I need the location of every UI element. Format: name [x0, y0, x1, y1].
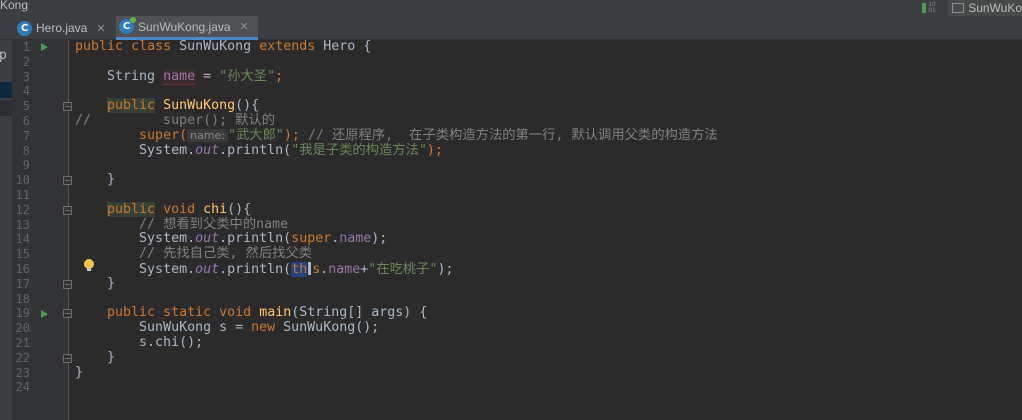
line-number: 3 — [22, 69, 30, 84]
project-tree-row[interactable] — [0, 100, 12, 116]
code-line-6: // super(); 默认的 — [75, 113, 275, 128]
editor-tab-bar: C Hero.java ✕ C SunWuKong.java ✕ — [0, 16, 1022, 40]
code-line-1: public class SunWuKong extends Hero { — [75, 39, 372, 54]
code-line-14: System.out.println(super.name); — [139, 231, 388, 247]
code-line-8: System.out.println("我是子类的构造方法"); — [139, 142, 443, 158]
line-number: 8 — [22, 143, 30, 158]
code-editor[interactable]: public class SunWuKong extends Hero { St… — [70, 39, 1022, 420]
title-bar-right: 10 01 SunWuKo — [922, 0, 1022, 16]
line-number: 2 — [22, 54, 30, 69]
line-number: 23 — [15, 365, 30, 380]
code-line-15: // 先找自己类, 然后找父类 — [139, 246, 313, 262]
code-line-22: } — [107, 349, 116, 365]
tab-hero-java[interactable]: C Hero.java ✕ — [17, 16, 114, 40]
code-line-19: public static void main(String[] args) { — [107, 305, 428, 321]
close-icon[interactable]: ✕ — [240, 20, 249, 33]
run-config-dot-icon — [130, 17, 136, 23]
text-cursor — [308, 262, 312, 275]
code-line-10: } — [107, 172, 116, 188]
code-line-21: s.chi(); — [139, 335, 204, 350]
line-number: 12 — [15, 202, 30, 217]
class-c-icon: C — [119, 17, 136, 34]
project-window-label: SunWuKo — [968, 1, 1022, 15]
line-number: 10 — [15, 173, 30, 188]
code-line-13: // 想看到父类中的name — [139, 216, 289, 232]
code-line-20: SunWuKong s = new SunWuKong(); — [139, 320, 380, 336]
code-line-3: String name = "孙大圣"; — [107, 68, 284, 85]
line-number: 24 — [15, 380, 30, 395]
line-number: 19 — [15, 306, 30, 321]
line-number: 22 — [15, 350, 30, 365]
line-number: 17 — [15, 276, 30, 291]
tab-label: SunWuKong.java — [138, 19, 231, 34]
line-number: 1 — [22, 40, 30, 54]
line-number: 20 — [15, 321, 30, 336]
line-number: 5 — [22, 99, 30, 114]
window-icon — [952, 3, 965, 13]
code-line-5: public SunWuKong(){ — [107, 98, 260, 114]
line-number: 15 — [15, 247, 30, 262]
project-window-tab[interactable]: SunWuKo — [948, 0, 1022, 16]
line-number: 6 — [22, 114, 30, 128]
project-tree-selection[interactable] — [0, 82, 12, 98]
project-tool-strip: p — [0, 40, 12, 420]
line-number: 18 — [15, 291, 30, 306]
tab-sunwukong-java[interactable]: C SunWuKong.java ✕ — [116, 16, 258, 40]
line-number: 11 — [15, 188, 30, 202]
run-icon[interactable] — [41, 43, 48, 52]
parameter-hint: name: — [187, 128, 228, 142]
code-line-16: System.out.println(th s.name+"在吃桃子"); — [139, 262, 454, 277]
tab-label: Hero.java — [36, 21, 88, 35]
code-line-23: } — [75, 364, 84, 380]
code-line-17: } — [107, 275, 116, 291]
line-number: 16 — [15, 262, 30, 276]
project-panel-letter[interactable]: p — [0, 48, 7, 63]
line-number: 21 — [15, 336, 30, 350]
vcs-branch-icon[interactable]: 10 01 — [922, 2, 936, 14]
lightbulb-icon[interactable] — [84, 259, 94, 273]
run-icon[interactable] — [41, 309, 48, 318]
line-number: 7 — [22, 128, 30, 143]
code-line-7: super(name: "武大郎"); // 还原程序, 在子类构造方法的第一行,… — [139, 127, 718, 143]
line-number: 13 — [15, 217, 30, 232]
title-bar: Kong 10 01 SunWuKo — [0, 0, 1022, 16]
window-title: Kong — [0, 0, 29, 12]
close-icon[interactable]: ✕ — [96, 22, 105, 35]
line-number: 4 — [22, 84, 30, 99]
line-number: 9 — [22, 158, 30, 173]
class-c-icon: C — [17, 20, 32, 36]
editor-gutter: 1 2 3 4 5 6 7 8 9 10 11 12 13 14 15 16 17 18 19 20 21 22 23 24 — [12, 40, 72, 420]
code-line-12: public void chi(){ — [107, 201, 252, 217]
line-number: 14 — [15, 232, 30, 247]
